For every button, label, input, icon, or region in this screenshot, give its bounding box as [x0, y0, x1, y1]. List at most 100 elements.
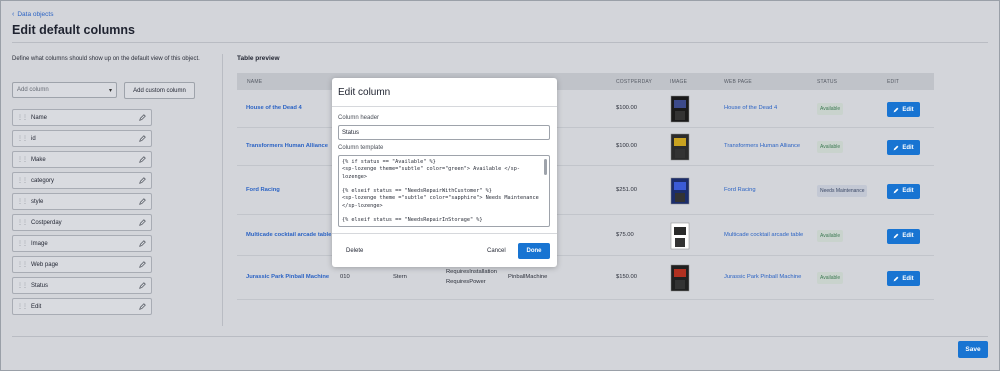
row-requirement: RequiresInstallation [446, 269, 497, 275]
machine-image [670, 222, 690, 249]
drag-handle-icon[interactable]: ⋮⋮ [17, 240, 28, 247]
column-item[interactable]: ⋮⋮ Make [12, 151, 152, 168]
add-custom-column-button[interactable]: Add custom column [124, 82, 195, 99]
row-name-link[interactable]: Jurassic Park Pinball Machine [246, 274, 329, 280]
column-item-label: id [31, 135, 36, 142]
row-web-link[interactable]: Multicade cocktail arcade table [724, 232, 803, 238]
row-edit-button[interactable]: Edit [887, 102, 920, 117]
column-item[interactable]: ⋮⋮ Edit [12, 298, 152, 315]
pencil-icon[interactable] [139, 218, 146, 227]
drag-handle-icon[interactable]: ⋮⋮ [17, 219, 28, 226]
row-web-link[interactable]: Jurassic Park Pinball Machine [724, 274, 801, 280]
save-button[interactable]: Save [958, 341, 988, 358]
table-preview-title: Table preview [237, 55, 280, 62]
column-item-label: Status [31, 282, 49, 289]
edit-label: Edit [902, 188, 914, 194]
pencil-icon [893, 276, 899, 281]
column-item-label: Image [31, 240, 48, 247]
pencil-icon [893, 233, 899, 239]
column-item-label: style [31, 198, 44, 205]
column-header-label: Column header [338, 115, 380, 121]
pencil-icon [893, 145, 899, 150]
status-badge: Available [817, 272, 844, 284]
chevron-left-icon: ‹ [12, 11, 15, 18]
delete-button[interactable]: Delete [346, 248, 363, 254]
divider [12, 42, 988, 43]
row-name-link[interactable]: Multicade cocktail arcade table [246, 232, 331, 238]
row-name-link[interactable]: Transformers Human Alliance [246, 143, 328, 149]
column-item[interactable]: ⋮⋮ Image [12, 235, 152, 252]
add-column-placeholder: Add column [17, 87, 49, 93]
row-name-link[interactable]: House of the Dead 4 [246, 105, 302, 111]
row-edit-button[interactable]: Edit [887, 271, 920, 286]
pencil-icon[interactable] [139, 260, 146, 269]
machine-image [670, 177, 690, 204]
row-web-link[interactable]: Transformers Human Alliance [724, 143, 800, 149]
column-item[interactable]: ⋮⋮ Name [12, 109, 152, 126]
row-edit-button[interactable]: Edit [887, 140, 920, 155]
modal-divider [332, 106, 557, 107]
drag-handle-icon[interactable]: ⋮⋮ [17, 261, 28, 268]
drag-handle-icon[interactable]: ⋮⋮ [17, 156, 28, 163]
header-costperday: COSTPERDAY [616, 79, 653, 85]
row-cost: $100.00 [616, 105, 637, 111]
edit-label: Edit [902, 233, 914, 239]
row-edit-button[interactable]: Edit [887, 228, 920, 244]
cancel-button[interactable]: Cancel [487, 248, 506, 254]
pencil-icon[interactable] [139, 176, 146, 185]
column-item[interactable]: ⋮⋮ id [12, 130, 152, 147]
row-id: 010 [340, 274, 350, 280]
pencil-icon[interactable] [139, 281, 146, 290]
row-name-link[interactable]: Ford Racing [246, 187, 280, 193]
column-template-textarea[interactable]: {% if status == "Available" %} <sp-lozen… [338, 155, 550, 227]
edit-label: Edit [902, 106, 914, 113]
machine-image [670, 264, 690, 292]
status-badge: Available [817, 103, 844, 115]
caret-down-icon: ▾ [108, 88, 112, 94]
row-edit-button[interactable]: Edit [887, 183, 920, 199]
pencil-icon[interactable] [139, 113, 146, 122]
drag-handle-icon[interactable]: ⋮⋮ [17, 177, 28, 184]
pencil-icon[interactable] [139, 134, 146, 143]
header-status: STATUS [817, 79, 838, 85]
row-web-link[interactable]: Ford Racing [724, 187, 756, 193]
add-column-select[interactable]: Add column ▾ [12, 82, 117, 98]
header-web-page: WEB PAGE [724, 79, 752, 85]
header-name: NAME [247, 79, 263, 85]
column-list: ⋮⋮ Name ⋮⋮ id ⋮⋮ Make ⋮⋮ category ⋮⋮ style ⋮⋮ Costp… [12, 109, 152, 319]
column-item-label: category [31, 177, 55, 184]
status-badge: Needs Maintenance [817, 184, 868, 197]
pencil-icon[interactable] [139, 155, 146, 164]
drag-handle-icon[interactable]: ⋮⋮ [17, 135, 28, 142]
back-link[interactable]: ‹ Data objects [12, 11, 53, 18]
drag-handle-icon[interactable]: ⋮⋮ [17, 303, 28, 310]
back-link-label: Data objects [17, 11, 54, 18]
machine-image [670, 133, 690, 161]
done-button[interactable]: Done [518, 243, 550, 259]
pencil-icon[interactable] [139, 302, 146, 311]
pencil-icon[interactable] [139, 197, 146, 206]
pencil-icon [893, 107, 899, 112]
column-item-label: Web page [31, 261, 59, 268]
drag-handle-icon[interactable]: ⋮⋮ [17, 114, 28, 121]
modal-title: Edit column [338, 87, 391, 98]
column-item[interactable]: ⋮⋮ Costperday [12, 214, 152, 231]
machine-image [670, 95, 690, 123]
column-item-label: Edit [31, 303, 42, 310]
column-header-input[interactable]: Status [338, 125, 550, 140]
column-item-label: Name [31, 114, 48, 121]
row-cost: $150.00 [616, 274, 637, 280]
textarea-scrollbar[interactable] [544, 159, 547, 175]
page-description: Define what columns should show up on th… [12, 56, 200, 62]
column-item[interactable]: ⋮⋮ category [12, 172, 152, 189]
row-requirement: RequiresPower [446, 279, 486, 285]
drag-handle-icon[interactable]: ⋮⋮ [17, 198, 28, 205]
pencil-icon[interactable] [139, 239, 146, 248]
drag-handle-icon[interactable]: ⋮⋮ [17, 282, 28, 289]
divider [12, 336, 988, 337]
column-item[interactable]: ⋮⋮ Web page [12, 256, 152, 273]
column-item[interactable]: ⋮⋮ style [12, 193, 152, 210]
column-item[interactable]: ⋮⋮ Status [12, 277, 152, 294]
row-web-link[interactable]: House of the Dead 4 [724, 105, 777, 111]
row-cost: $251.00 [616, 186, 637, 193]
